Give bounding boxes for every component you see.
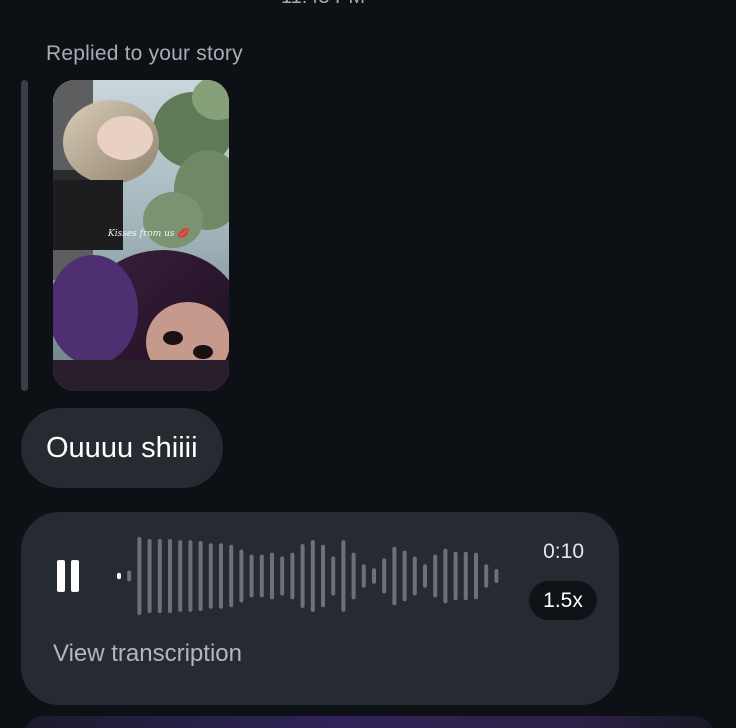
reply-indicator-bar <box>21 80 28 391</box>
waveform-bar <box>300 544 305 608</box>
waveform-bar <box>423 564 427 588</box>
waveform-bar <box>382 558 387 594</box>
waveform-bar <box>198 540 203 612</box>
story-reply-label: Replied to your story <box>46 42 243 65</box>
story-thumbnail[interactable]: Kisses from us 💋 <box>53 80 229 391</box>
playback-speed-button[interactable]: 1.5x <box>529 581 597 620</box>
story-caption: Kisses from us 💋 <box>108 229 189 239</box>
waveform-bar <box>229 544 234 608</box>
waveform-bar <box>402 550 407 602</box>
waveform-bar <box>484 564 489 588</box>
waveform-bar <box>178 540 183 612</box>
waveform-bar <box>239 549 244 603</box>
waveform-bar <box>412 556 417 596</box>
message-bubble[interactable]: Ouuuu shiiii <box>21 408 223 488</box>
waveform-bar <box>463 551 468 601</box>
waveform-bar <box>341 540 346 612</box>
voice-duration: 0:10 <box>543 540 584 563</box>
waveform-bar <box>310 540 315 612</box>
view-transcription-link[interactable]: View transcription <box>53 640 242 668</box>
waveform-bar <box>433 554 438 598</box>
pause-button[interactable] <box>57 560 81 592</box>
waveform-bar <box>453 551 458 601</box>
message-composer-edge <box>24 716 714 728</box>
waveform-bar <box>219 543 223 609</box>
waveform-bar <box>259 554 264 598</box>
waveform-bar <box>168 539 172 614</box>
chat-thread: 11:43 PM Replied to your story <box>0 0 736 728</box>
message-text: Ouuuu shiiii <box>46 431 198 464</box>
waveform-bar <box>351 552 356 600</box>
waveform-bar <box>270 552 274 600</box>
waveform-bar <box>290 552 295 600</box>
message-timestamp: 11:43 PM <box>0 0 646 9</box>
waveform-bar <box>147 539 152 614</box>
waveform-bar <box>188 540 193 612</box>
voice-message-bubble[interactable]: 0:10 1.5x View transcription <box>21 512 619 705</box>
waveform-bar <box>321 544 325 608</box>
waveform-bar <box>392 546 397 606</box>
waveform-bar <box>474 552 478 600</box>
waveform-bar <box>157 539 162 614</box>
waveform-bar <box>280 556 285 596</box>
waveform-bar <box>208 543 213 609</box>
waveform-bar <box>372 568 376 584</box>
waveform-bar <box>117 572 121 580</box>
waveform-bar <box>443 548 448 604</box>
audio-waveform[interactable] <box>115 536 515 616</box>
waveform-bar <box>494 569 499 583</box>
waveform-bar <box>137 537 142 615</box>
waveform-bar <box>249 554 254 598</box>
pause-icon <box>57 560 65 592</box>
waveform-bar <box>331 556 336 596</box>
waveform-bar <box>361 564 366 588</box>
waveform-bar <box>127 570 132 582</box>
